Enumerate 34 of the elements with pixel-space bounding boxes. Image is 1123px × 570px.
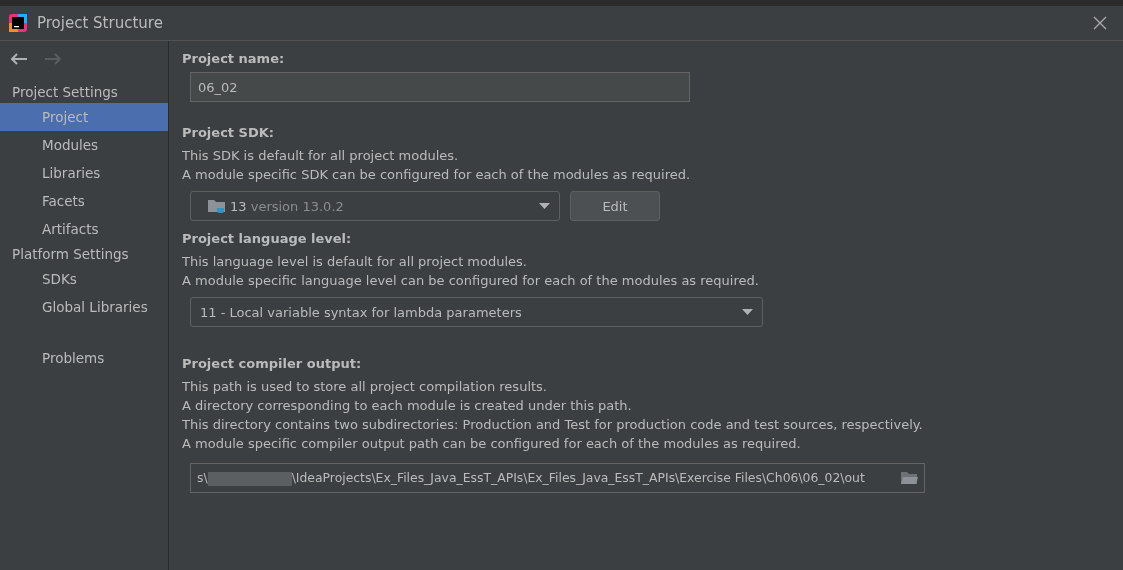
- sidebar-item[interactable]: Modules: [0, 131, 168, 159]
- description-text: A module specific compiler output path can be configured for each of the modules as required.: [182, 435, 802, 453]
- output-path-field[interactable]: s\ \IdeaProjects\Ex_Files_Java_EssT_APIs\Ex_Files_Java_EssT_APIs\Exercise Files\Ch06\06_02\out: [190, 463, 925, 493]
- sidebar-item[interactable]: Problems: [0, 344, 168, 372]
- sdk-dropdown[interactable]: 13 version 13.0.2: [190, 191, 560, 221]
- language-level-dropdown[interactable]: 11 - Local variable syntax for lambda parameters: [190, 297, 763, 327]
- section-label: Project SDK:: [182, 124, 275, 142]
- description-text: This SDK is default for all project modules.: [182, 147, 460, 165]
- folder-icon[interactable]: [900, 471, 918, 485]
- description-text: This path is used to store all project compilation results.: [182, 378, 548, 396]
- sidebar-item[interactable]: Libraries: [0, 159, 168, 187]
- description-text: This language level is default for all project modules.: [182, 253, 528, 271]
- sidebar-item[interactable]: Artifacts: [0, 215, 168, 243]
- sidebar-item[interactable]: SDKs: [0, 265, 168, 293]
- folder-icon: [207, 197, 227, 215]
- section-label: Project compiler output:: [182, 355, 363, 373]
- edit-button[interactable]: Edit: [570, 191, 660, 221]
- section-label: Project name:: [182, 50, 286, 68]
- description-text: A directory corresponding to each module is created under this path.: [182, 397, 633, 415]
- project-name-field[interactable]: 06_02: [190, 72, 690, 102]
- close-icon[interactable]: [1093, 16, 1107, 30]
- sidebar-item[interactable]: Facets: [0, 187, 168, 215]
- dropdown-caret-icon: [742, 309, 753, 315]
- window-title: Project Structure: [37, 14, 164, 32]
- app-logo-icon: [9, 14, 27, 32]
- description-text: A module specific language level can be configured for each of the modules as required.: [182, 272, 760, 290]
- description-text: A module specific SDK can be configured for each of the modules as required.: [182, 166, 692, 184]
- sidebar-heading: Platform Settings: [11, 245, 130, 264]
- sidebar-item[interactable]: Global Libraries: [0, 293, 168, 321]
- section-label: Project language level:: [182, 230, 353, 248]
- dropdown-caret-icon: [539, 203, 550, 209]
- description-text: This directory contains two subdirectories: Production and Test for production code and test sources, respectively.: [182, 416, 924, 434]
- sidebar-heading: Project Settings: [11, 83, 119, 102]
- back-arrow-icon[interactable]: [10, 53, 28, 65]
